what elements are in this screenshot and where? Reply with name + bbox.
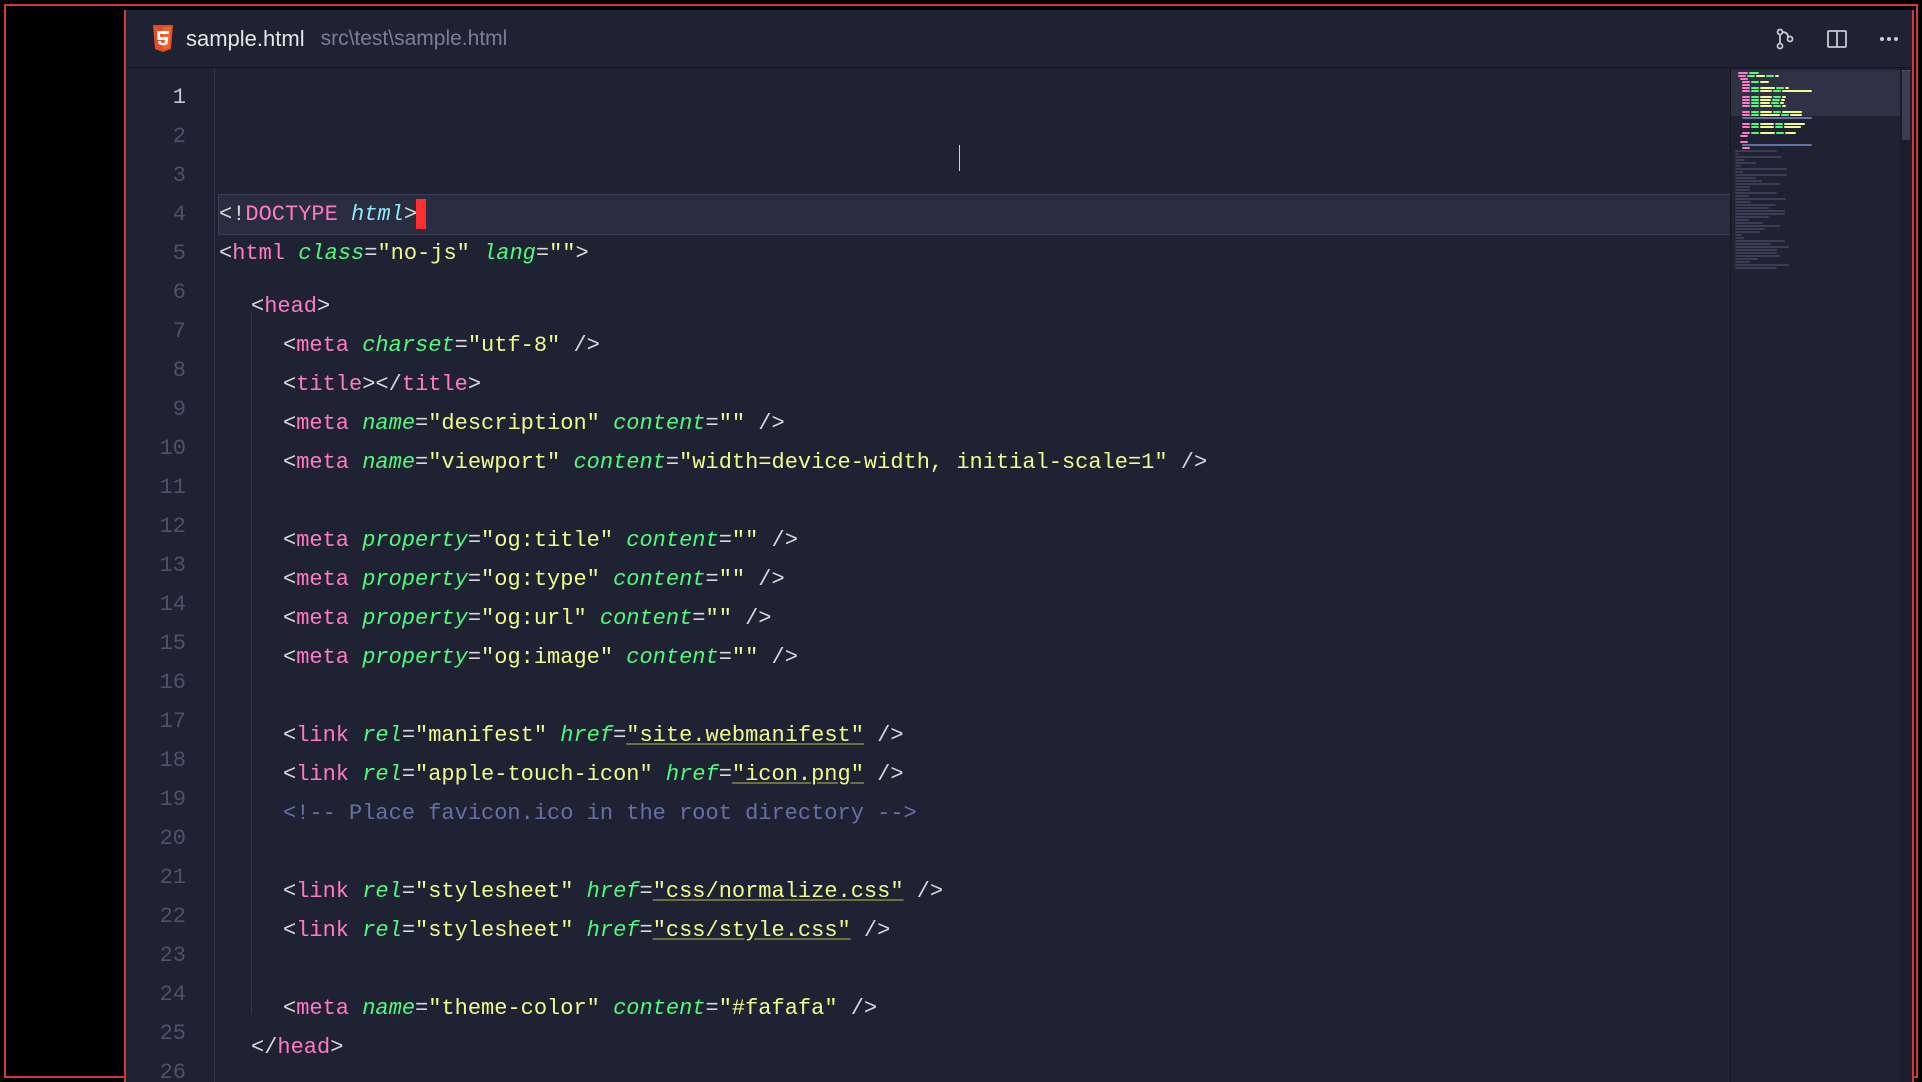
code-line[interactable]: <title></title> xyxy=(219,351,1730,390)
block-cursor xyxy=(416,199,426,229)
code-line[interactable] xyxy=(219,819,1730,858)
code-line[interactable]: <meta property="og:title" content="" /> xyxy=(219,507,1730,546)
code-line[interactable]: <meta name="description" content="" /> xyxy=(219,390,1730,429)
line-number-gutter[interactable]: 1234567891011121314151617181920212223242… xyxy=(126,68,214,1082)
line-number[interactable]: 8 xyxy=(126,351,186,390)
line-number[interactable]: 15 xyxy=(126,624,186,663)
line-number[interactable]: 22 xyxy=(126,897,186,936)
editor-area[interactable]: 1234567891011121314151617181920212223242… xyxy=(126,68,1912,1082)
tab-bar: sample.html src\test\sample.html xyxy=(126,10,1912,68)
code-line[interactable] xyxy=(219,663,1730,702)
tab-sample-html[interactable]: sample.html src\test\sample.html xyxy=(134,10,523,67)
code-line[interactable] xyxy=(219,1053,1730,1082)
line-number[interactable]: 21 xyxy=(126,858,186,897)
code-line[interactable] xyxy=(219,468,1730,507)
tab-filepath: src\test\sample.html xyxy=(321,27,508,51)
line-number[interactable]: 14 xyxy=(126,585,186,624)
more-actions-icon[interactable] xyxy=(1876,26,1902,52)
code-line[interactable]: <link rel="apple-touch-icon" href="icon.… xyxy=(219,741,1730,780)
line-number[interactable]: 6 xyxy=(126,273,186,312)
code-line[interactable]: <meta charset="utf-8" /> xyxy=(219,312,1730,351)
line-number[interactable]: 5 xyxy=(126,234,186,273)
line-number[interactable]: 4 xyxy=(126,195,186,234)
code-line[interactable]: <meta property="og:image" content="" /> xyxy=(219,624,1730,663)
line-number[interactable]: 23 xyxy=(126,936,186,975)
minimap-content xyxy=(1735,72,1898,269)
line-number[interactable]: 2 xyxy=(126,117,186,156)
code-line[interactable] xyxy=(219,936,1730,975)
line-number[interactable]: 26 xyxy=(126,1053,186,1082)
compare-changes-icon[interactable] xyxy=(1772,26,1798,52)
line-number[interactable]: 7 xyxy=(126,312,186,351)
line-number[interactable]: 18 xyxy=(126,741,186,780)
line-number[interactable]: 10 xyxy=(126,429,186,468)
line-number[interactable]: 17 xyxy=(126,702,186,741)
line-number[interactable]: 25 xyxy=(126,1014,186,1053)
line-number[interactable]: 13 xyxy=(126,546,186,585)
split-editor-icon[interactable] xyxy=(1824,26,1850,52)
line-number[interactable]: 20 xyxy=(126,819,186,858)
minimap[interactable] xyxy=(1730,68,1912,1082)
code-line[interactable]: <head> xyxy=(219,273,1730,312)
minimap-thumb[interactable] xyxy=(1902,70,1910,140)
code-line[interactable]: <meta property="og:url" content="" /> xyxy=(219,585,1730,624)
code-line[interactable]: </head> xyxy=(219,1014,1730,1053)
code-line[interactable]: <link rel="stylesheet" href="css/style.c… xyxy=(219,897,1730,936)
line-number[interactable]: 1 xyxy=(126,78,186,117)
code-line[interactable]: <!-- Place favicon.ico in the root direc… xyxy=(219,780,1730,819)
code-line[interactable]: <link rel="stylesheet" href="css/normali… xyxy=(219,858,1730,897)
editor-window: sample.html src\test\sample.html xyxy=(124,10,1914,1082)
text-caret xyxy=(959,145,960,171)
code-line[interactable]: <meta property="og:type" content="" /> xyxy=(219,546,1730,585)
line-number[interactable]: 19 xyxy=(126,780,186,819)
line-number[interactable]: 12 xyxy=(126,507,186,546)
code-line[interactable]: <link rel="manifest" href="site.webmanif… xyxy=(219,702,1730,741)
line-number[interactable]: 9 xyxy=(126,390,186,429)
line-number[interactable]: 16 xyxy=(126,663,186,702)
code-line[interactable]: <!DOCTYPE html> xyxy=(219,195,1730,234)
html5-file-icon xyxy=(150,24,176,54)
line-number[interactable]: 24 xyxy=(126,975,186,1014)
tab-filename: sample.html xyxy=(186,26,305,52)
line-number[interactable]: 11 xyxy=(126,468,186,507)
code-line[interactable]: <html class="no-js" lang=""> xyxy=(219,234,1730,273)
code-line[interactable]: <meta name="theme-color" content="#fafaf… xyxy=(219,975,1730,1014)
line-number[interactable]: 3 xyxy=(126,156,186,195)
code-line[interactable]: <meta name="viewport" content="width=dev… xyxy=(219,429,1730,468)
code-content[interactable]: <!DOCTYPE html><html class="no-js" lang=… xyxy=(214,68,1730,1082)
minimap-scrollbar[interactable] xyxy=(1900,68,1912,1082)
